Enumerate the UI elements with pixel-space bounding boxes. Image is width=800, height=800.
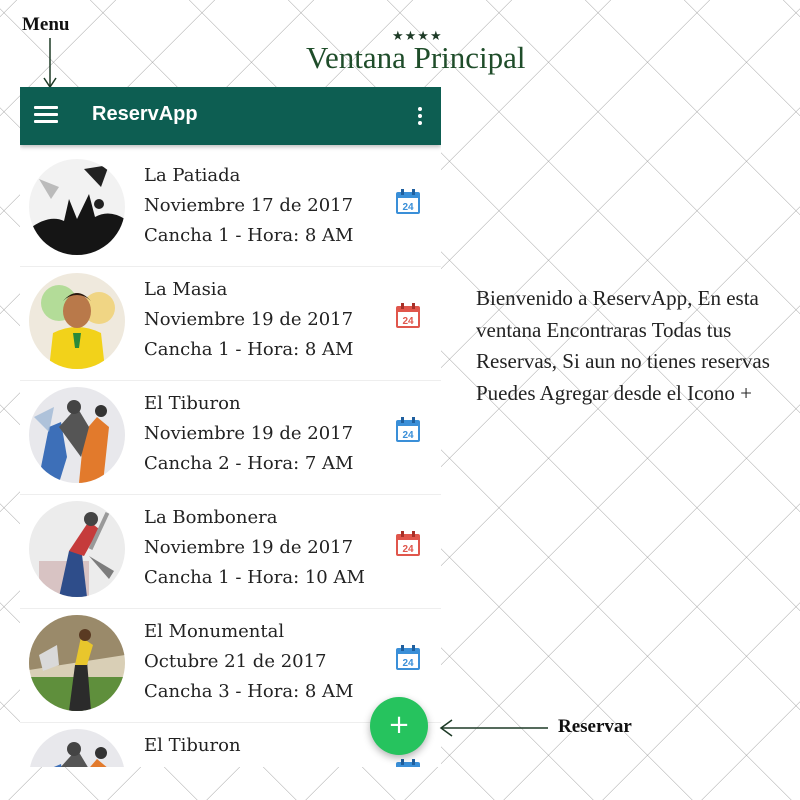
reservation-detail: Cancha 1 - Hora: 8 AM [144,225,354,246]
calendar-icon[interactable]: 24 [395,303,421,329]
reservation-item[interactable]: La Patiada Noviembre 17 de 2017 Cancha 1… [20,153,441,267]
hamburger-menu-icon[interactable] [34,106,58,126]
reservation-detail: Cancha 1 - Hora: 10 AM [144,567,365,588]
reservation-avatar [29,159,125,255]
reservation-name: El Tiburon [144,393,241,414]
reservation-detail: Cancha 1 - Hora: 8 AM [144,339,354,360]
calendar-icon[interactable]: 24 [395,417,421,443]
calendar-icon[interactable]: 24 [395,531,421,557]
reservation-name: El Tiburon [144,735,241,756]
calendar-day: 24 [402,430,414,441]
reservation-date: Noviembre 19 de 2017 [144,423,354,444]
add-reservation-button[interactable]: + [370,697,428,755]
reservation-list: La Patiada Noviembre 17 de 2017 Cancha 1… [20,153,441,767]
reservation-name: La Masia [144,279,228,300]
reservation-date: Noviembre 19 de 2017 [144,537,354,558]
app-title: ReservApp [92,103,198,125]
reservation-date [144,761,241,767]
reservation-avatar [29,501,125,597]
reservation-detail: Cancha 3 - Hora: 8 AM [144,681,354,702]
page-title: Ventana Principal [306,40,526,75]
reservation-detail: Cancha 2 - Hora: 7 AM [144,453,354,474]
reservation-item[interactable]: La Masia Noviembre 19 de 2017 Cancha 1 -… [20,267,441,381]
reservation-avatar [29,273,125,369]
reserve-annotation: Reservar [558,716,632,737]
welcome-text: Bienvenido a ReservApp, En esta ventana … [476,286,770,405]
reservation-avatar [29,729,125,767]
reservation-name: La Bombonera [144,507,278,528]
reservation-date: Noviembre 17 de 2017 [144,195,354,216]
reservation-date: Noviembre 19 de 2017 [144,309,354,330]
arrow-left-icon [439,719,548,737]
reservation-name: El Monumental [144,621,285,642]
calendar-day: 24 [402,658,414,669]
reservation-avatar [29,387,125,483]
more-vertical-icon[interactable] [417,107,423,125]
app-bar: ReservApp [20,87,441,145]
calendar-day: 24 [402,316,414,327]
calendar-icon[interactable]: 24 [395,645,421,671]
calendar-day: 24 [402,544,414,555]
menu-annotation: Menu [22,14,70,35]
reservation-item[interactable]: El Tiburon Noviembre 19 de 2017 Cancha 2… [20,381,441,495]
calendar-day: 24 [402,202,414,213]
arrow-down-icon [43,38,57,89]
calendar-icon[interactable]: 24 [395,759,421,767]
reservation-item[interactable]: La Bombonera Noviembre 19 de 2017 Cancha… [20,495,441,609]
calendar-icon[interactable]: 24 [395,189,421,215]
reservation-date: Octubre 21 de 2017 [144,651,327,672]
app-screen: ReservApp La Patiada Noviembre 17 de 201… [20,87,441,767]
reservation-avatar [29,615,125,711]
reservation-name: La Patiada [144,165,241,186]
add-icon: + [388,710,410,740]
